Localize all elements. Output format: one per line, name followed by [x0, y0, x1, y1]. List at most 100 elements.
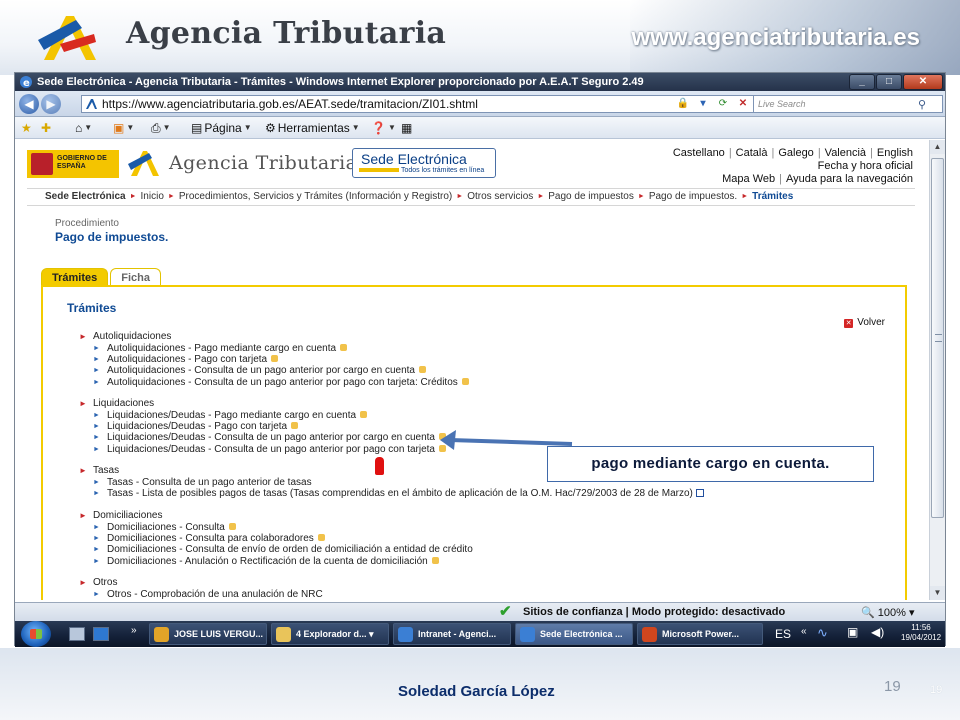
arrow-icon: ► — [93, 557, 100, 565]
task-outlook[interactable]: JOSE LUIS VERGU... — [149, 623, 267, 645]
page-menu[interactable]: ▤ Página ▼ — [191, 120, 252, 136]
gobierno-logo-text: GOBIERNO DE ESPAÑA — [57, 155, 107, 170]
clock[interactable]: 11:56 19/04/2012 — [901, 623, 941, 643]
clock-time: 11:56 — [911, 623, 931, 632]
task-intranet[interactable]: Intranet - Agenci... — [393, 623, 511, 645]
switch-windows-icon[interactable] — [93, 627, 109, 641]
stop-icon[interactable]: ✕ — [735, 96, 751, 112]
scroll-up-icon[interactable]: ▲ — [930, 140, 945, 154]
section-heading: ► Domiciliaciones — [79, 510, 473, 522]
annotation-callout: pago mediante cargo en cuenta. — [547, 446, 874, 482]
list-item[interactable]: ► Domiciliaciones - Consulta para colabor… — [79, 533, 473, 544]
task-powerpoint[interactable]: Microsoft Power... — [637, 623, 763, 645]
tab-tramites[interactable]: Trámites — [41, 268, 109, 286]
lang-castellano[interactable]: Castellano — [673, 147, 725, 159]
lang-catala[interactable]: Català — [736, 147, 768, 159]
task-sede[interactable]: Sede Electrónica ... — [515, 623, 633, 645]
breadcrumb-root[interactable]: Sede Electrónica — [45, 191, 126, 202]
scroll-down-icon[interactable]: ▼ — [930, 586, 945, 600]
help-icon[interactable]: ❓ ▼ — [371, 120, 396, 136]
url-input[interactable]: https://www.agenciatributaria.gob.es/AEA… — [81, 95, 759, 113]
task-explorer[interactable]: 4 Explorador d... ▾ — [271, 623, 389, 645]
site-at-logo-icon[interactable] — [127, 148, 163, 178]
maximize-button[interactable]: □ — [876, 74, 902, 90]
lock-icon[interactable]: 🔒 — [675, 96, 691, 112]
volume-icon[interactable]: ◀) — [871, 625, 884, 639]
print-icon[interactable]: ⎙ ▼ — [151, 120, 171, 136]
lang-english[interactable]: English — [877, 147, 913, 159]
list-item[interactable]: ► Liquidaciones/Deudas - Consulta de un p… — [79, 444, 446, 455]
padlock-icon — [360, 411, 368, 418]
breadcrumb-item[interactable]: Inicio — [141, 191, 164, 202]
padlock-icon — [340, 344, 348, 351]
list-item[interactable]: ► Domiciliaciones - Consulta de envío de … — [79, 544, 473, 555]
ie-icon — [398, 627, 413, 642]
list-item[interactable]: ► Autoliquidaciones - Pago mediante cargo… — [79, 343, 469, 354]
list-item[interactable]: ► Liquidaciones/Deudas - Pago mediante ca… — [79, 410, 446, 421]
list-item[interactable]: ► Autoliquidaciones - Consulta de un pago… — [79, 365, 469, 376]
language-indicator[interactable]: ES — [775, 627, 791, 641]
show-desktop-icon[interactable] — [69, 627, 85, 641]
task-label: Microsoft Power... — [662, 629, 740, 639]
back-button[interactable]: ◀ — [19, 94, 39, 114]
status-message[interactable]: Sitios de confianza | Modo protegido: de… — [523, 606, 785, 618]
info-icon[interactable] — [695, 489, 704, 498]
sede-electronica-logo[interactable]: Sede Electrónica Todos los trámites en l… — [352, 148, 496, 178]
add-favorites-icon[interactable]: ✚ — [41, 120, 51, 136]
arrow-icon: ► — [93, 524, 100, 531]
list-item[interactable]: ► Domiciliaciones - Anulación o Rectifica… — [79, 556, 473, 567]
back-link[interactable]: ✕ Volver — [844, 317, 885, 328]
padlock-icon — [317, 534, 325, 542]
arrow-icon: ► — [93, 490, 100, 498]
breadcrumb-item[interactable]: Pago de impuestos — [548, 191, 634, 202]
official-time-link[interactable]: Fecha y hora oficial — [673, 160, 913, 173]
list-item[interactable]: ► Domiciliaciones - Consulta — [79, 522, 473, 533]
forward-button[interactable]: ▶ — [41, 94, 61, 114]
arrow-icon: ► — [93, 479, 100, 486]
site-map-link[interactable]: Mapa Web — [722, 173, 775, 185]
list-item[interactable]: ► Liquidaciones/Deudas - Pago con tarjeta — [79, 421, 446, 432]
gobierno-logo[interactable]: GOBIERNO DE ESPAÑA — [27, 150, 119, 178]
agencia-tributaria-logo-icon — [38, 16, 96, 60]
navigation-help-link[interactable]: Ayuda para la navegación — [786, 173, 913, 185]
network-icon[interactable]: ▣ — [847, 625, 858, 639]
more-quicklaunch-icon[interactable]: » — [131, 625, 137, 636]
task-label: Intranet - Agenci... — [418, 629, 497, 639]
bullet-icon: ► — [79, 399, 87, 408]
list-item[interactable]: ► Tasas - Lista de posibles pagos de tasa… — [79, 488, 704, 499]
vertical-scrollbar[interactable]: ▲ ▼ — [929, 140, 945, 600]
procedure-title: Pago de impuestos. — [55, 230, 169, 244]
powerpoint-icon — [642, 627, 657, 642]
section-liquidaciones: ► Liquidaciones ► Liquidaciones/Deudas - P… — [79, 398, 446, 455]
list-item[interactable]: ► Autoliquidaciones - Consulta de un pago… — [79, 377, 469, 388]
tray-expand-icon[interactable]: « — [801, 626, 807, 637]
minimize-button[interactable]: _ — [849, 74, 875, 90]
breadcrumb-item[interactable]: Procedimientos, Servicios y Trámites (In… — [179, 191, 452, 202]
sede-bar — [359, 168, 399, 172]
favorites-star-icon[interactable]: ★ — [21, 120, 32, 136]
start-button[interactable] — [21, 621, 51, 647]
tools-menu[interactable]: ⚙ Herramientas ▼ — [265, 120, 360, 136]
feeds-icon[interactable]: ▣ ▼ — [113, 120, 134, 136]
compat-icon[interactable]: ▾ — [695, 96, 711, 112]
list-item[interactable]: ► Otros - Comprobación de una anulación d… — [79, 589, 323, 600]
arrow-icon: ► — [93, 378, 100, 386]
list-item-label: Domiciliaciones - Anulación o Rectificac… — [107, 555, 428, 567]
refresh-icon[interactable]: ⟳ — [715, 96, 731, 112]
tab-ficha[interactable]: Ficha — [110, 268, 161, 286]
breadcrumb-item[interactable]: Pago de impuestos. — [649, 191, 737, 202]
home-icon[interactable]: ⌂ ▼ — [75, 120, 92, 136]
network-wave-icon[interactable]: ∿ — [817, 625, 828, 641]
zoom-level[interactable]: 🔍 100% ▾ — [861, 606, 914, 619]
lang-valencia[interactable]: Valencià — [825, 147, 866, 159]
list-item[interactable]: ► Autoliquidaciones - Pago con tarjeta — [79, 354, 469, 365]
search-icon[interactable]: ⚲ — [918, 97, 926, 113]
search-input[interactable]: Live Search ⚲ — [753, 95, 943, 113]
list-item[interactable]: ► Liquidaciones/Deudas - Consulta de un p… — [79, 432, 446, 443]
research-icon[interactable]: ▦ — [401, 120, 412, 136]
scroll-thumb[interactable] — [931, 158, 944, 518]
breadcrumb-item[interactable]: Otros servicios — [467, 191, 533, 202]
close-button[interactable]: ✕ — [903, 74, 943, 90]
lang-galego[interactable]: Galego — [778, 147, 813, 159]
section-heading-label: Otros — [93, 577, 118, 588]
